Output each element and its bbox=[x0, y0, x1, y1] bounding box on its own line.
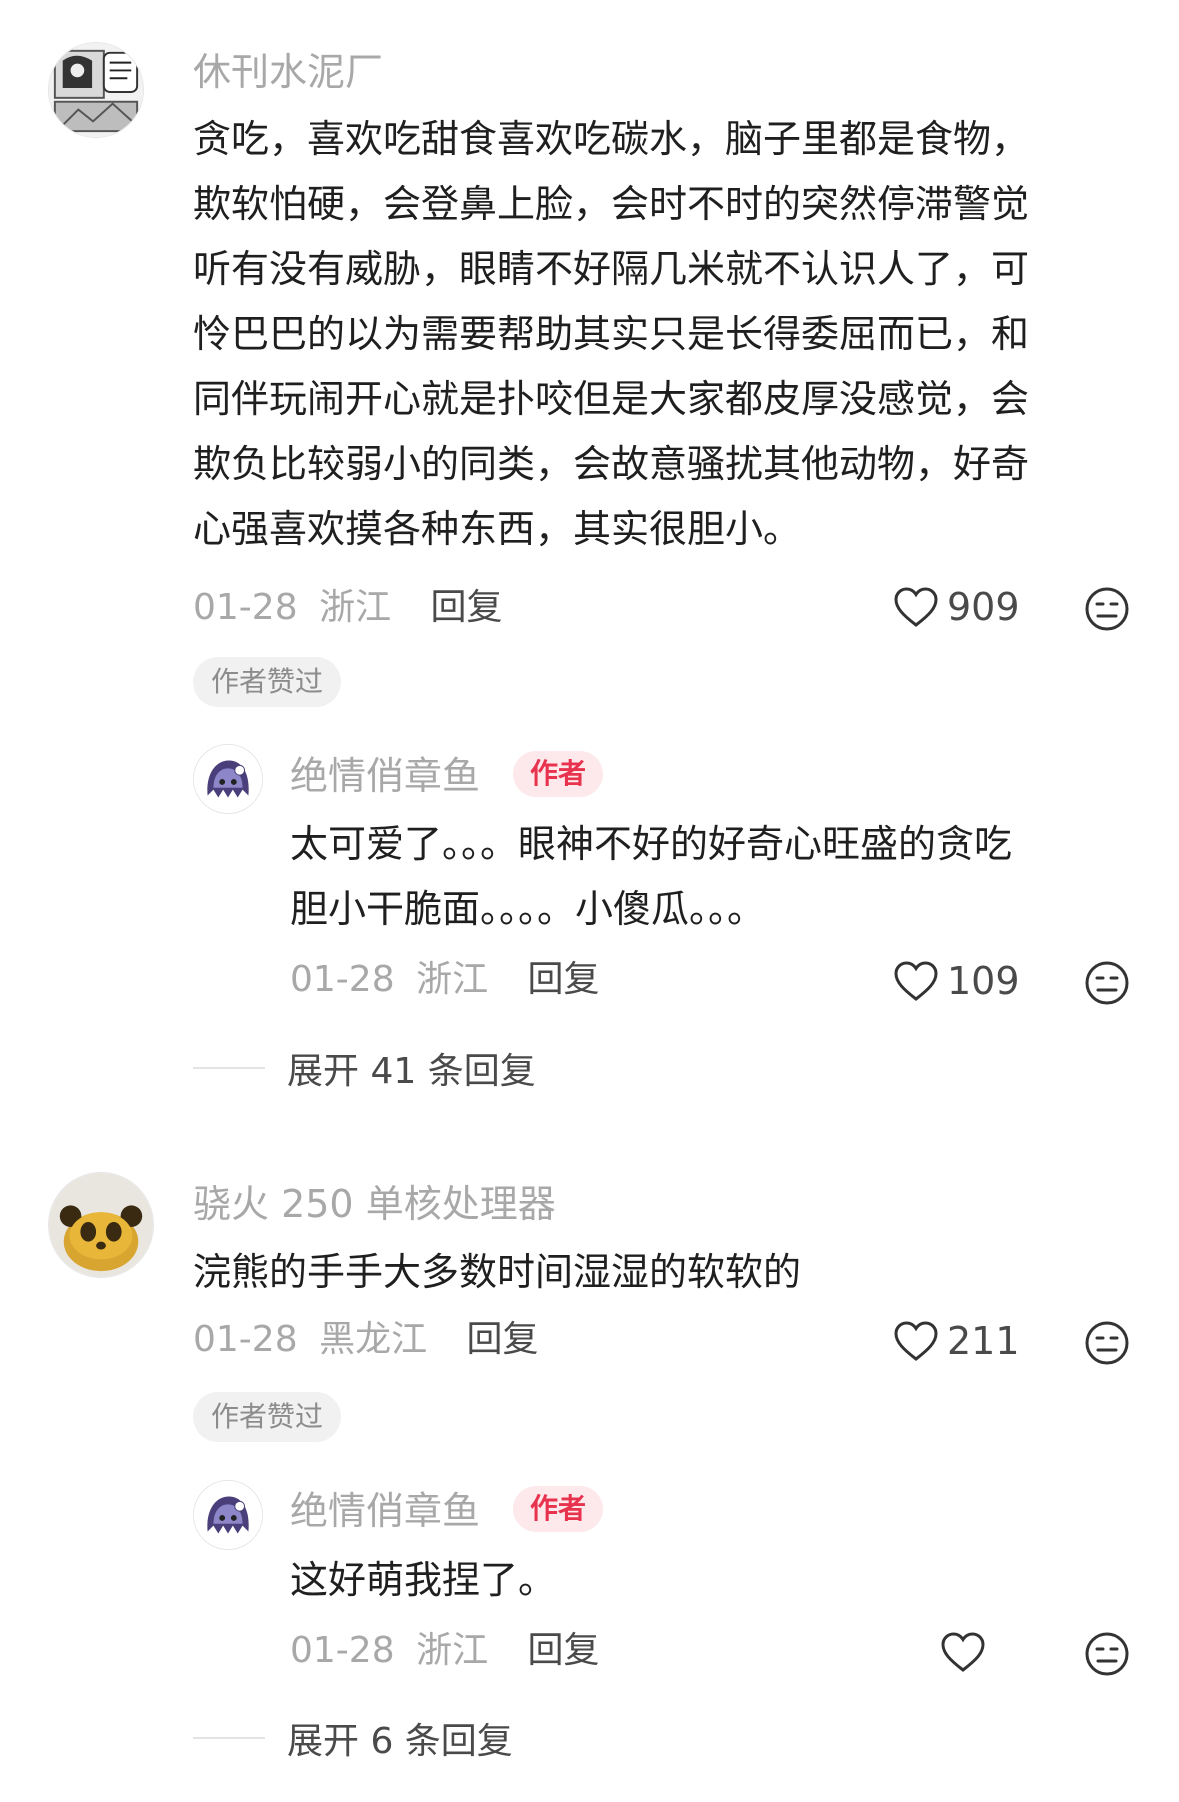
like-count: 211 bbox=[947, 1319, 1020, 1363]
expand-replies-label: 展开 41 条回复 bbox=[287, 1051, 536, 1092]
dislike-button[interactable] bbox=[1084, 586, 1130, 632]
comment-location: 黑龙江 bbox=[319, 1319, 428, 1360]
panda-avatar-icon bbox=[49, 1173, 153, 1277]
reply-meta: 01-28 浙江 回复 bbox=[290, 962, 600, 998]
author-tag: 作者 bbox=[513, 751, 604, 797]
comment-date: 01-28 bbox=[193, 1319, 298, 1360]
reply-like-button[interactable] bbox=[940, 1631, 994, 1673]
divider bbox=[193, 1067, 265, 1069]
like-count: 909 bbox=[947, 585, 1020, 629]
like-button[interactable]: 909 bbox=[893, 586, 1020, 628]
heart-outline-icon bbox=[941, 1632, 985, 1672]
divider bbox=[193, 1737, 265, 1739]
octopus-avatar-icon bbox=[194, 1481, 262, 1549]
meh-face-icon bbox=[1085, 587, 1129, 631]
meh-face-icon bbox=[1085, 961, 1129, 1005]
manga-panel-avatar-icon bbox=[49, 43, 143, 137]
reply-username[interactable]: 绝情俏章鱼 bbox=[290, 1492, 480, 1530]
author-liked-badge: 作者赞过 bbox=[193, 1392, 342, 1442]
reply-button[interactable]: 回复 bbox=[431, 587, 503, 628]
comment-text: 贪吃，喜欢吃甜食喜欢吃碳水，脑子里都是食物， 欺软怕硬，会登鼻上脸，会时不时的突… bbox=[193, 117, 1030, 551]
comment-date: 01-28 bbox=[193, 587, 298, 628]
avatar[interactable] bbox=[48, 42, 144, 138]
heart-outline-icon bbox=[894, 587, 938, 627]
reply-button[interactable]: 回复 bbox=[528, 959, 600, 1000]
comment-text: 浣熊的手手大多数时间湿湿的软软的 bbox=[193, 1250, 802, 1294]
meh-face-icon bbox=[1085, 1321, 1129, 1365]
reply-meta: 01-28 浙江 回复 bbox=[290, 1633, 600, 1669]
username[interactable]: 骁火 250 单核处理器 bbox=[193, 1185, 556, 1223]
heart-outline-icon bbox=[894, 1321, 938, 1361]
expand-replies-label: 展开 6 条回复 bbox=[287, 1721, 513, 1762]
avatar[interactable] bbox=[48, 1172, 154, 1278]
username[interactable]: 休刊水泥厂 bbox=[193, 53, 383, 91]
reply-like-button[interactable]: 109 bbox=[893, 960, 1020, 1002]
reply-like-count: 109 bbox=[947, 959, 1020, 1003]
reply-date: 01-28 bbox=[290, 959, 395, 1000]
heart-outline-icon bbox=[894, 961, 938, 1001]
reply-text: 这好萌我捏了。 bbox=[290, 1558, 557, 1602]
comment-meta: 01-28 浙江 回复 bbox=[193, 590, 503, 626]
reply-location: 浙江 bbox=[416, 1630, 489, 1671]
like-button[interactable]: 211 bbox=[893, 1320, 1020, 1362]
author-tag: 作者 bbox=[513, 1486, 604, 1532]
expand-replies[interactable]: 展开 6 条回复 bbox=[193, 1712, 513, 1764]
reply-text: 太可爱了。。。眼神不好的好奇心旺盛的贪吃 胆小干脆面。。。。小傻瓜。。。 bbox=[290, 822, 1013, 931]
comment-location: 浙江 bbox=[319, 587, 392, 628]
reply-dislike-button[interactable] bbox=[1084, 960, 1130, 1006]
reply-location: 浙江 bbox=[416, 959, 489, 1000]
reply-username[interactable]: 绝情俏章鱼 bbox=[290, 757, 480, 795]
author-liked-badge: 作者赞过 bbox=[193, 657, 342, 707]
reply-avatar[interactable] bbox=[193, 1480, 263, 1550]
reply-button[interactable]: 回复 bbox=[467, 1319, 539, 1360]
octopus-avatar-icon bbox=[194, 745, 262, 813]
reply-dislike-button[interactable] bbox=[1084, 1631, 1130, 1677]
comment-meta: 01-28 黑龙江 回复 bbox=[193, 1322, 539, 1358]
dislike-button[interactable] bbox=[1084, 1320, 1130, 1366]
reply-button[interactable]: 回复 bbox=[528, 1630, 600, 1671]
expand-replies[interactable]: 展开 41 条回复 bbox=[193, 1042, 536, 1094]
meh-face-icon bbox=[1085, 1632, 1129, 1676]
reply-avatar[interactable] bbox=[193, 744, 263, 814]
reply-date: 01-28 bbox=[290, 1630, 395, 1671]
